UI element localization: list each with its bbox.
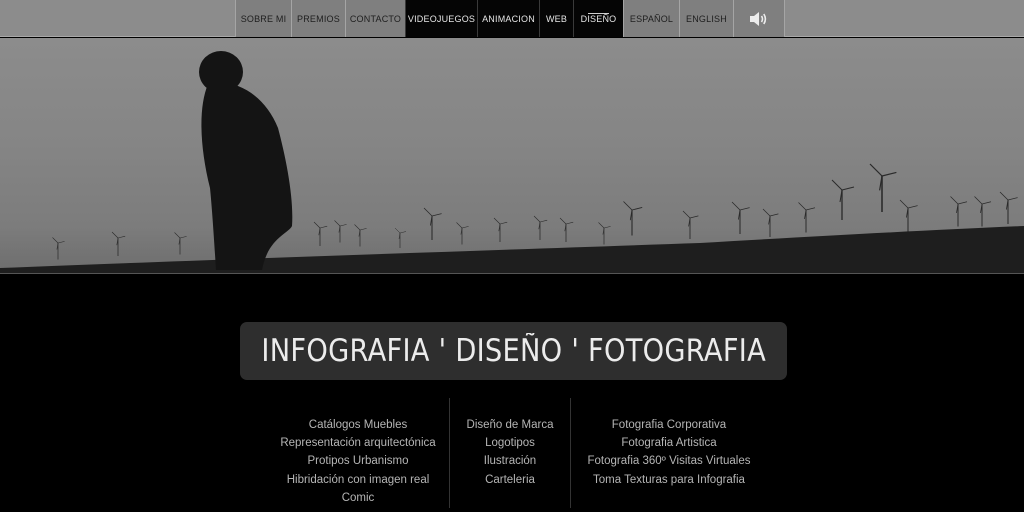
- service-item[interactable]: Fotografia Artistica: [574, 434, 764, 452]
- service-item[interactable]: Diseño de Marca: [452, 416, 568, 434]
- ground-silhouette: [0, 226, 1024, 274]
- service-item[interactable]: Comic: [270, 489, 446, 507]
- service-item[interactable]: Catálogos Muebles: [270, 416, 446, 434]
- service-item[interactable]: Ilustración: [452, 452, 568, 470]
- hero-illustration: [0, 51, 1024, 274]
- nav-item-web[interactable]: WEB: [539, 0, 573, 37]
- hero-photo: [0, 38, 1024, 274]
- service-item[interactable]: Toma Texturas para Infografia: [574, 471, 764, 489]
- nav-item-animacion[interactable]: ANIMACION: [477, 0, 539, 37]
- sound-toggle-button[interactable]: [733, 0, 785, 37]
- page-title: INFOGRAFIA ' DISEÑO ' FOTOGRAFIA: [261, 333, 766, 369]
- service-item[interactable]: Hibridación con imagen real: [270, 471, 446, 489]
- nav-item-premios[interactable]: PREMIOS: [291, 0, 345, 37]
- service-item[interactable]: Fotografia Corporativa: [574, 416, 764, 434]
- language-english[interactable]: ENGLISH: [679, 0, 733, 37]
- nav-item-videojuegos[interactable]: VIDEOJUEGOS: [405, 0, 477, 37]
- services-column-diseno: Diseño de Marca Logotipos Ilustración Ca…: [452, 416, 568, 489]
- service-item[interactable]: Logotipos: [452, 434, 568, 452]
- main-menu: SOBRE MI PREMIOS CONTACTO VIDEOJUEGOS AN…: [235, 0, 785, 37]
- top-navigation-bar: SOBRE MI PREMIOS CONTACTO VIDEOJUEGOS AN…: [0, 0, 1024, 37]
- hero-divider: [0, 273, 1024, 274]
- nav-item-contacto[interactable]: CONTACTO: [345, 0, 405, 37]
- service-item[interactable]: Representación arquitectónica: [270, 434, 446, 452]
- service-item[interactable]: Protipos Urbanismo: [270, 452, 446, 470]
- service-item[interactable]: Carteleria: [452, 471, 568, 489]
- column-divider: [449, 398, 450, 508]
- column-divider: [570, 398, 571, 508]
- services-column-fotografia: Fotografia Corporativa Fotografia Artist…: [574, 416, 764, 489]
- language-espanol[interactable]: ESPAÑOL: [623, 0, 679, 37]
- nav-item-diseno[interactable]: DISEÑO: [573, 0, 623, 37]
- nav-item-sobre-mi[interactable]: SOBRE MI: [235, 0, 291, 37]
- services-column-infografia: Catálogos Muebles Representación arquite…: [270, 416, 446, 507]
- person-silhouette: [199, 51, 293, 270]
- speaker-volume-icon: [750, 11, 767, 26]
- service-item[interactable]: Fotografia 360º Visitas Virtuales: [574, 452, 764, 470]
- section-title-badge: INFOGRAFIA ' DISEÑO ' FOTOGRAFIA: [240, 322, 787, 380]
